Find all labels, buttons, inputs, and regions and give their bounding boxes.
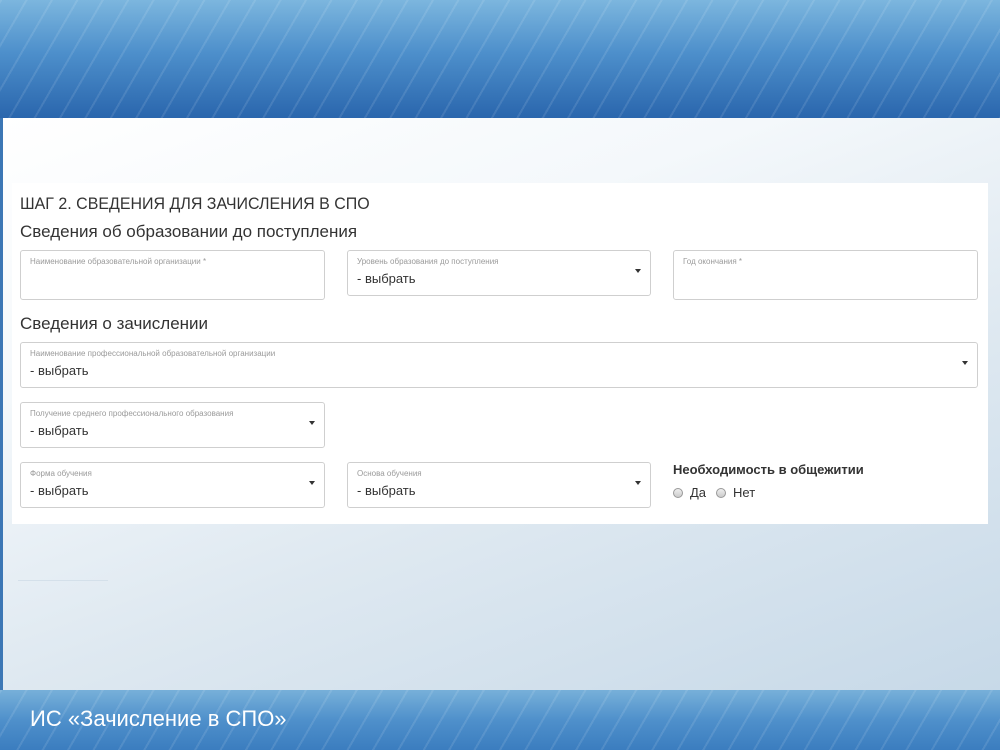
chevron-down-icon <box>635 481 641 485</box>
prof-org-select[interactable]: Наименование профессиональной образовате… <box>20 342 978 388</box>
dormitory-title: Необходимость в общежитии <box>673 462 864 477</box>
dormitory-no-label: Нет <box>733 485 756 500</box>
study-basis-label: Основа обучения <box>357 469 422 478</box>
top-banner <box>0 0 1000 118</box>
study-basis-value: - выбрать <box>357 483 416 498</box>
spo-mode-label: Получение среднего профессионального обр… <box>30 409 234 418</box>
spo-mode-value: - выбрать <box>30 423 89 438</box>
study-form-select[interactable]: Форма обучения - выбрать <box>20 462 325 508</box>
spo-mode-select[interactable]: Получение среднего профессионального обр… <box>20 402 325 448</box>
enrollment-section-title: Сведения о зачислении <box>20 314 209 333</box>
step-title: ШАГ 2. СВЕДЕНИЯ ДЛЯ ЗАЧИСЛЕНИЯ В СПО <box>20 194 370 213</box>
divider-line <box>18 580 108 581</box>
radio-circle-icon[interactable] <box>673 487 683 498</box>
chevron-down-icon <box>309 421 315 425</box>
study-form-value: - выбрать <box>30 483 89 498</box>
graduation-year-label: Год окончания * <box>683 257 743 266</box>
dormitory-option-no[interactable]: Нет <box>716 485 755 500</box>
org-name-input[interactable]: Наименование образовательной организации… <box>20 250 325 300</box>
radio-circle-icon[interactable] <box>716 487 727 498</box>
chevron-down-icon <box>309 481 315 485</box>
chevron-down-icon <box>635 269 641 273</box>
education-level-label: Уровень образования до поступления <box>357 257 499 266</box>
graduation-year-input[interactable]: Год окончания * <box>673 250 978 300</box>
chevron-down-icon <box>962 361 968 365</box>
study-form-label: Форма обучения <box>30 469 92 478</box>
footer-title: ИС «Зачисление в СПО» <box>30 706 287 731</box>
study-basis-select[interactable]: Основа обучения - выбрать <box>347 462 651 508</box>
education-level-value: - выбрать <box>357 271 416 286</box>
education-level-select[interactable]: Уровень образования до поступления - выб… <box>347 250 651 296</box>
left-edge-bar <box>0 118 3 690</box>
dormitory-yes-label: Да <box>690 485 707 500</box>
prof-org-label: Наименование профессиональной образовате… <box>30 349 276 358</box>
dormitory-radio-group: Да Нет <box>673 485 765 500</box>
education-section-title: Сведения об образовании до поступления <box>20 222 358 241</box>
prof-org-value: - выбрать <box>30 363 89 378</box>
dormitory-option-yes[interactable]: Да <box>673 485 706 500</box>
org-name-label: Наименование образовательной организации… <box>30 257 207 266</box>
